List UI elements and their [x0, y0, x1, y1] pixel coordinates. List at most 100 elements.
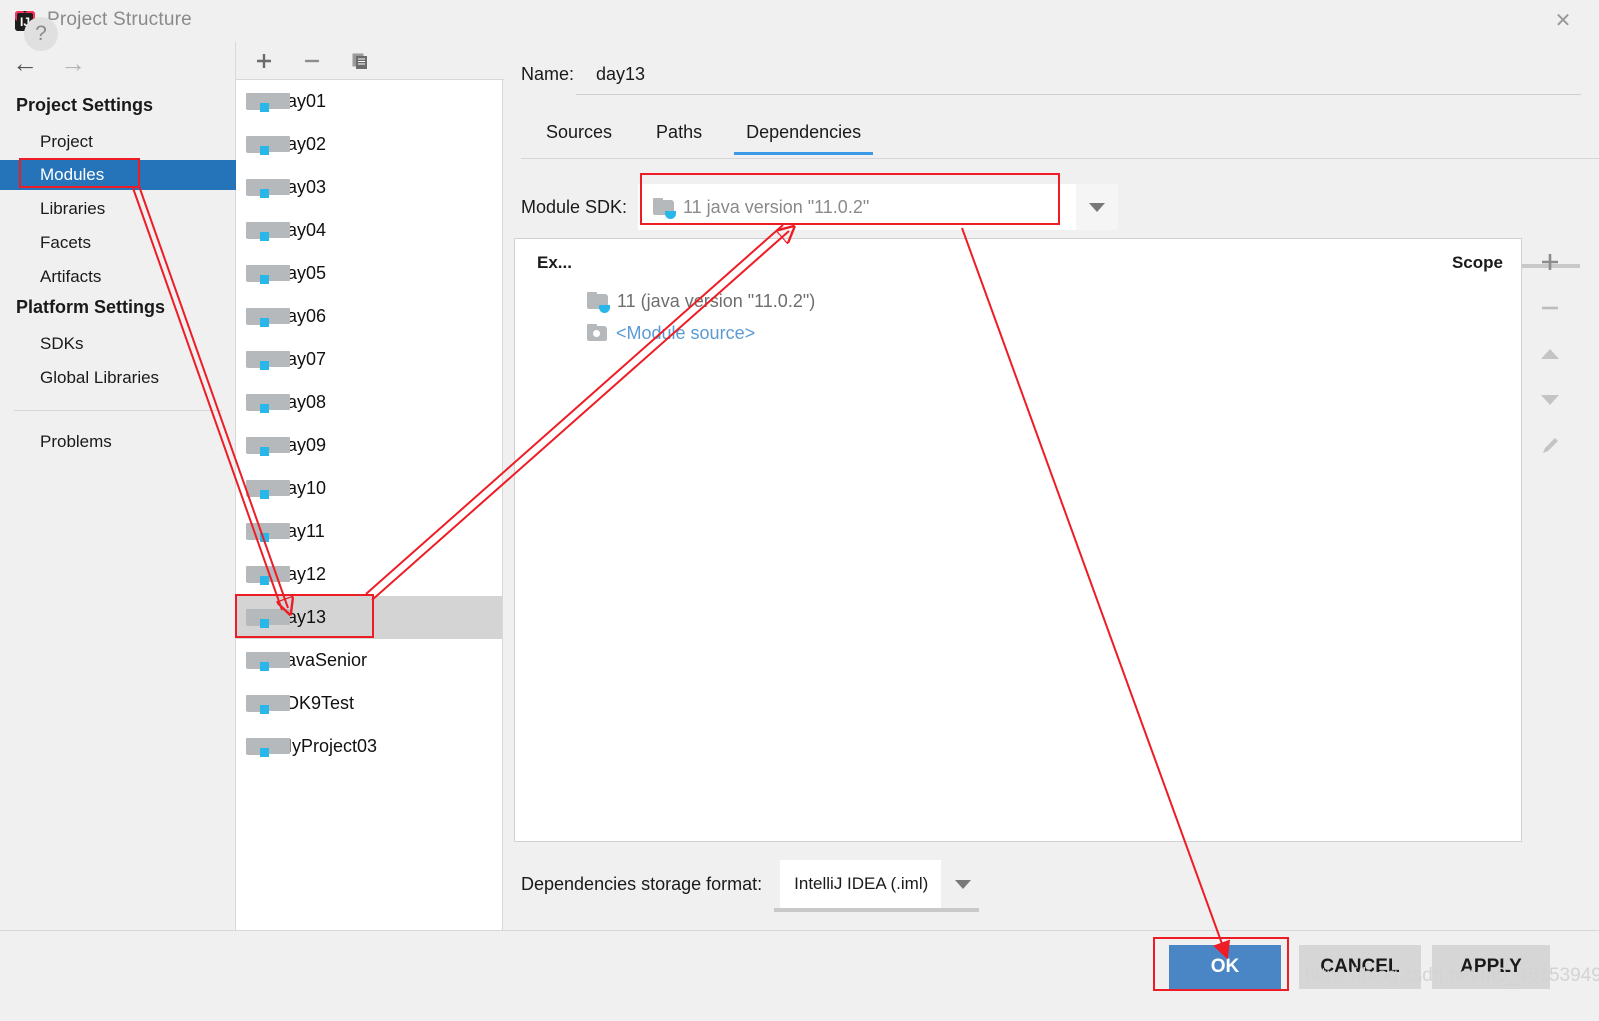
module-folder-icon [246, 565, 290, 585]
module-list-item[interactable]: day11 [236, 510, 502, 553]
module-folder-icon [246, 135, 290, 155]
column-header-scope: Scope [1451, 253, 1503, 272]
dependencies-table: Ex... Scope 11 (java version "11.0.2") <… [514, 238, 1522, 842]
chevron-down-icon[interactable] [941, 860, 986, 908]
module-list-item[interactable]: day12 [236, 553, 502, 596]
ok-button[interactable]: OK [1169, 945, 1281, 989]
module-list-item[interactable]: day04 [236, 209, 502, 252]
sidebar-item-label: Artifacts [40, 267, 102, 286]
module-detail-pane: Name: day13 Sources Paths Dependencies M… [504, 42, 1599, 930]
module-folder-icon [246, 221, 290, 241]
module-list-item[interactable]: JDK9Test [236, 682, 502, 725]
detail-tabs: Sources Paths Dependencies [524, 118, 883, 155]
module-folder-icon [246, 307, 290, 327]
dependency-label: 11 (java version "11.0.2") [617, 290, 816, 311]
module-list-item[interactable]: JavaSenior [236, 639, 502, 682]
minus-icon[interactable] [300, 49, 324, 73]
tabs-underline [521, 158, 1599, 159]
module-list-item[interactable]: day07 [236, 338, 502, 381]
dependency-label: <Module source> [616, 322, 756, 343]
module-folder-icon [246, 737, 290, 757]
edit-pencil-icon[interactable] [1536, 434, 1564, 458]
jdk-folder-icon [587, 291, 610, 313]
storage-format-combobox[interactable]: IntelliJ IDEA (.iml) [780, 860, 986, 908]
module-folder-icon [246, 92, 290, 112]
module-folder-icon [246, 694, 290, 714]
arrow-up-icon[interactable] [1536, 342, 1564, 366]
module-name-value[interactable]: day13 [596, 64, 645, 85]
window-title: Project Structure [47, 9, 192, 30]
title-bar: IJ Project Structure ✕ [0, 0, 1599, 42]
modules-toolbar [236, 42, 504, 80]
column-header-export: Ex... [537, 253, 572, 272]
tab-label: Sources [546, 122, 613, 142]
module-name-row: Name: day13 [521, 64, 645, 85]
sidebar-item-artifacts[interactable]: Artifacts [0, 262, 236, 292]
module-list-item[interactable]: day03 [236, 166, 502, 209]
minus-icon[interactable] [1536, 296, 1564, 320]
tab-label: Paths [656, 122, 703, 142]
sidebar-item-label: Project [40, 132, 93, 151]
sidebar-item-project[interactable]: Project [0, 127, 236, 157]
storage-format-label: Dependencies storage format: [521, 873, 763, 894]
arrow-right-icon[interactable]: → [60, 50, 86, 76]
arrow-down-icon[interactable] [1536, 388, 1564, 412]
storage-format-shadow [774, 908, 979, 912]
module-list-item[interactable]: day08 [236, 381, 502, 424]
module-sdk-label: Module SDK: [521, 196, 628, 217]
module-folder-icon [246, 522, 290, 542]
module-list-item[interactable]: day02 [236, 123, 502, 166]
sidebar-item-libraries[interactable]: Libraries [0, 194, 236, 224]
table-row[interactable]: 11 (java version "11.0.2") [515, 285, 1521, 317]
tab-paths[interactable]: Paths [634, 118, 724, 155]
dependencies-table-header: Ex... Scope [515, 239, 1521, 285]
plus-icon[interactable] [1536, 250, 1564, 274]
tab-dependencies[interactable]: Dependencies [724, 118, 883, 155]
module-list-item[interactable]: day05 [236, 252, 502, 295]
close-icon[interactable]: ✕ [1549, 8, 1577, 34]
sidebar-item-label: SDKs [40, 334, 84, 353]
sidebar-item-label: Global Libraries [40, 368, 160, 387]
sidebar-item-sdks[interactable]: SDKs [0, 329, 236, 359]
settings-sidebar: ← → Project Settings Project Modules Lib… [0, 42, 236, 930]
arrow-left-icon[interactable]: ← [12, 50, 38, 76]
tab-sources[interactable]: Sources [524, 118, 634, 155]
module-list-item[interactable]: day06 [236, 295, 502, 338]
help-question-icon[interactable]: ? [24, 17, 58, 51]
module-sdk-value: 11 java version "11.0.2" [683, 196, 870, 217]
sidebar-item-facets[interactable]: Facets [0, 228, 236, 258]
storage-format-value: IntelliJ IDEA (.iml) [794, 874, 929, 893]
module-list-item[interactable]: day10 [236, 467, 502, 510]
sidebar-item-label: Facets [40, 233, 92, 252]
module-name-label: Name: [521, 64, 575, 84]
module-folder-icon [246, 393, 290, 413]
modules-list[interactable]: day01 day02 day03 day04 day05 day06 day07 day08… [236, 80, 503, 930]
copy-icon[interactable] [348, 49, 372, 73]
sidebar-item-problems[interactable]: Problems [0, 427, 236, 457]
plus-icon[interactable] [252, 49, 276, 73]
module-list-item-selected[interactable]: day13 [236, 596, 502, 639]
module-folder-icon [246, 350, 290, 370]
sidebar-item-modules[interactable]: Modules [0, 160, 236, 190]
sidebar-group-platform-settings: Platform Settings [16, 297, 166, 317]
module-name-underline [576, 94, 1581, 95]
module-list-item[interactable]: day09 [236, 424, 502, 467]
tab-label: Dependencies [746, 122, 862, 142]
module-sdk-row: Module SDK: 11 java version "11.0.2" [521, 184, 1118, 230]
module-folder-icon [246, 651, 290, 671]
sidebar-item-label: Libraries [40, 199, 106, 218]
storage-format-row: Dependencies storage format: IntelliJ ID… [521, 860, 986, 908]
module-source-icon [587, 324, 608, 342]
table-row[interactable]: <Module source> [515, 317, 1521, 349]
sidebar-group-project-settings: Project Settings [16, 95, 154, 115]
module-folder-icon [246, 178, 290, 198]
module-list-item-label: JavaSenior [277, 650, 368, 670]
module-folder-icon [246, 608, 290, 628]
module-sdk-combobox[interactable]: 11 java version "11.0.2" [638, 184, 1118, 230]
project-structure-dialog: IJ Project Structure ✕ ← → Project Setti… [0, 0, 1599, 1021]
module-list-item[interactable]: MyProject03 [236, 725, 502, 768]
module-sdk-value-field[interactable]: 11 java version "11.0.2" [638, 184, 1076, 230]
chevron-down-icon[interactable] [1076, 184, 1118, 230]
sidebar-item-global-libraries[interactable]: Global Libraries [0, 363, 236, 393]
module-list-item[interactable]: day01 [236, 80, 502, 123]
